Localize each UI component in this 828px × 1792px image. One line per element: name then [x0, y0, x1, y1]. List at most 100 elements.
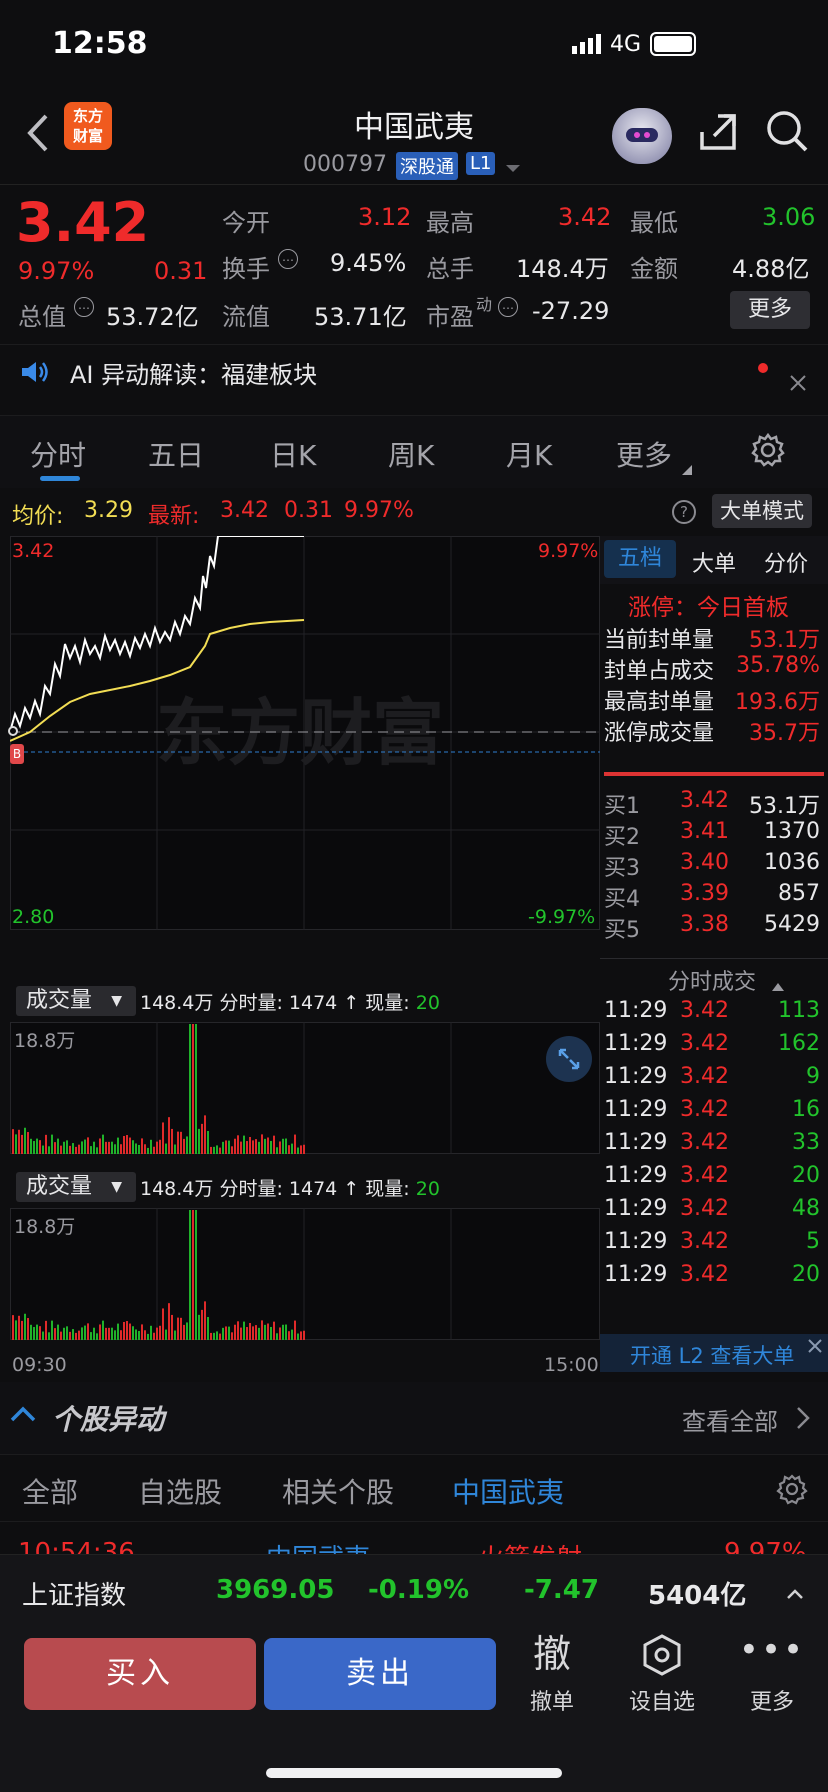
volume-bar	[132, 1140, 134, 1154]
event-marker[interactable]: B	[10, 744, 24, 764]
tick-row: 11:29 3.42 20	[600, 1262, 828, 1296]
view-all-link[interactable]: 查看全部	[682, 1402, 778, 1437]
ai-banner[interactable]: AI 异动解读：福建板块	[0, 344, 828, 416]
filter-related[interactable]: 相关个股	[282, 1471, 394, 1511]
tab-5day[interactable]: 五日	[148, 434, 204, 474]
volume-bar	[291, 1143, 293, 1154]
big-order-mode-button[interactable]: 大单模式	[712, 494, 812, 528]
volume-bar	[123, 1135, 125, 1154]
volume-bar	[294, 1320, 296, 1340]
pre-close-marker	[8, 726, 18, 736]
tick-volume: 48	[792, 1196, 820, 1221]
info-icon[interactable]: …	[498, 297, 518, 317]
tick-volume: 33	[792, 1130, 820, 1155]
clock: 12:58	[52, 26, 148, 61]
latest-label: 最新:	[148, 504, 200, 529]
volume-bar	[135, 1329, 137, 1340]
volume-bar	[144, 1144, 146, 1154]
volume-bar	[81, 1327, 83, 1340]
buy-button[interactable]: 买入	[24, 1638, 256, 1710]
volume-bar	[285, 1324, 287, 1340]
tab-more[interactable]: 更多	[616, 434, 672, 474]
limit-stat-row: 当前封单量 53.1万	[600, 622, 828, 656]
more-actions-button[interactable]: ••• 更多	[722, 1632, 822, 1716]
cancel-order-button[interactable]: 撤 撤单	[502, 1632, 602, 1716]
volume-bar	[213, 1332, 215, 1340]
bid-price: 3.39	[680, 881, 729, 906]
volume-bar	[63, 1327, 65, 1340]
network-label: 4G	[610, 32, 642, 57]
expand-icon[interactable]	[546, 1036, 592, 1082]
volume-bar	[33, 1327, 35, 1340]
expand-up-icon[interactable]	[786, 1585, 804, 1599]
close-icon[interactable]	[806, 1336, 824, 1354]
latest-value: 3.42	[220, 498, 269, 523]
tab-price-dist[interactable]: 分价	[764, 546, 808, 578]
filter-this-stock[interactable]: 中国武夷	[452, 1471, 564, 1511]
volume-bar	[111, 1141, 113, 1154]
tick-volume: 113	[778, 998, 820, 1023]
filter-all[interactable]: 全部	[22, 1471, 78, 1511]
volume-bar	[249, 1136, 251, 1154]
tick-price: 3.42	[680, 1064, 729, 1089]
high-value: 3.42	[558, 203, 612, 231]
info-icon[interactable]: …	[74, 297, 94, 317]
settings-icon[interactable]	[776, 1473, 808, 1505]
l2-upsell-banner[interactable]: 开通 L2 查看大单	[600, 1334, 828, 1372]
volume-bar	[39, 1140, 41, 1154]
volume-bar	[138, 1330, 140, 1340]
tab-five-levels[interactable]: 五档	[604, 540, 676, 578]
more-dots-icon: •••	[738, 1630, 806, 1670]
volume-bar	[168, 1117, 170, 1154]
dropdown-icon[interactable]	[506, 158, 520, 172]
volume-bar	[267, 1137, 269, 1154]
price-chart[interactable]: 东方财富	[10, 536, 600, 930]
tick-price: 3.42	[680, 1130, 729, 1155]
volume-bar	[117, 1323, 119, 1340]
volume-bar	[129, 1323, 131, 1340]
volume-bar	[144, 1330, 146, 1340]
tab-weekly[interactable]: 周K	[388, 434, 434, 474]
limit-stat-label: 涨停成交量	[604, 721, 715, 746]
tick-volume: 9	[806, 1064, 820, 1089]
tab-monthly[interactable]: 月K	[506, 434, 552, 474]
more-quote-button[interactable]: 更多	[730, 291, 810, 329]
volume-max-label: 18.8万	[14, 1030, 76, 1052]
index-ticker[interactable]: 上证指数 3969.05 -0.19% -7.47 5404亿	[0, 1554, 828, 1626]
tab-intraday[interactable]: 分时	[30, 434, 86, 474]
tab-big-orders[interactable]: 大单	[692, 546, 736, 578]
cancel-glyph-icon: 撤	[532, 1632, 571, 1676]
volume-bar	[27, 1318, 29, 1340]
watchlist-label: 设自选	[628, 1690, 695, 1715]
help-icon[interactable]: ?	[672, 500, 696, 524]
volume-bar	[264, 1324, 266, 1340]
filter-watchlist[interactable]: 自选股	[138, 1471, 222, 1511]
limit-stat-value: 193.6万	[735, 690, 820, 715]
volume-bar	[204, 1115, 206, 1154]
volume-chart-2[interactable]	[10, 1208, 600, 1340]
watchlist-icon	[612, 1632, 712, 1676]
volume-bar	[303, 1144, 305, 1154]
settings-icon[interactable]	[750, 432, 786, 468]
sell-button[interactable]: 卖出	[264, 1638, 496, 1710]
share-icon[interactable]	[696, 110, 740, 154]
volume-chart[interactable]	[10, 1022, 600, 1154]
close-icon[interactable]	[788, 373, 808, 393]
volume-bar	[42, 1145, 44, 1154]
volume-bar	[183, 1324, 185, 1340]
add-watchlist-button[interactable]: 设自选	[612, 1632, 712, 1716]
tab-daily[interactable]: 日K	[270, 434, 316, 474]
volume-bar	[300, 1145, 302, 1154]
watermark: 东方财富	[156, 691, 444, 775]
event-row-peek[interactable]: 10:54:36 中国武夷 火箭发射 9.97%	[0, 1524, 828, 1554]
info-icon[interactable]: …	[278, 249, 298, 269]
search-icon[interactable]	[764, 108, 810, 154]
volume-bar	[60, 1145, 62, 1154]
volume-selector[interactable]: 成交量 ▼	[16, 986, 136, 1016]
chevron-right-icon[interactable]	[796, 1406, 810, 1430]
ticks-title: 分时成交	[668, 970, 757, 995]
volume-bar	[237, 1135, 239, 1154]
collapse-icon[interactable]	[10, 1406, 36, 1422]
assistant-avatar[interactable]	[612, 108, 672, 164]
volume-selector-2[interactable]: 成交量 ▼	[16, 1172, 136, 1202]
